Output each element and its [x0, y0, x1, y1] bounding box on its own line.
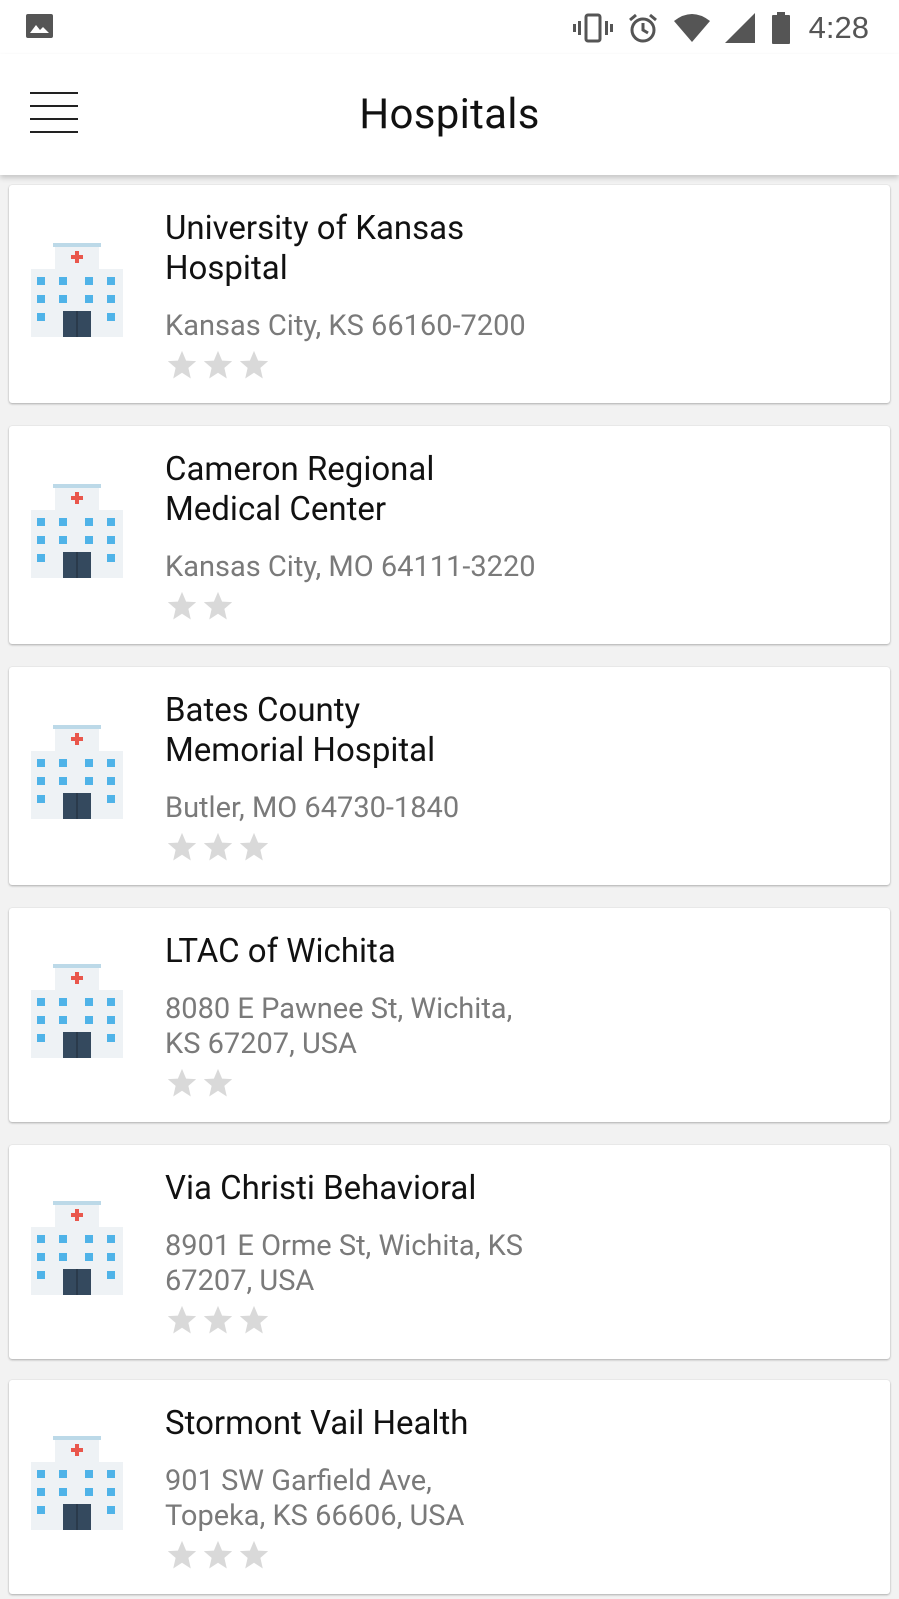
hospital-card[interactable]: Cameron Regional Medical Center Kansas C… [9, 426, 890, 644]
star-icon [203, 1540, 233, 1569]
hospital-name: Bates County [165, 691, 361, 730]
hospital-building-icon [31, 243, 123, 337]
hospital-address-line2: 67207, USA [165, 1264, 315, 1298]
alarm-icon [628, 13, 657, 43]
rating-stars [165, 1303, 585, 1337]
rating-stars [165, 589, 585, 623]
page-title: Hospitals [359, 90, 540, 139]
star-icon [203, 591, 233, 620]
star-icon [203, 1068, 233, 1097]
hospital-building-icon [31, 1201, 123, 1295]
hospital-building-icon [31, 1436, 123, 1530]
star-icon [167, 1068, 197, 1097]
star-icon [203, 1305, 233, 1334]
status-time: 4:28 [808, 10, 869, 45]
hospital-building-icon [31, 964, 123, 1058]
hospital-address: Kansas City, KS 66160-7200 [165, 309, 526, 343]
rating-stars [165, 348, 585, 382]
hospital-name: LTAC of Wichita [165, 932, 396, 971]
star-icon [167, 591, 197, 620]
hospital-name: University of Kansas [165, 209, 465, 248]
hospital-card[interactable]: LTAC of Wichita 8080 E Pawnee St, Wichit… [9, 908, 890, 1122]
star-icon [203, 350, 233, 379]
hospital-address-line2: Topeka, KS 66606, USA [165, 1499, 465, 1533]
hospital-name-line2: Medical Center [165, 490, 387, 529]
hospital-address-line1: 8901 E Orme St, Wichita, KS [165, 1229, 524, 1263]
star-icon [167, 1540, 197, 1569]
signal-icon [724, 13, 755, 43]
star-icon [239, 1540, 269, 1569]
status-bar: 4:28 [0, 0, 899, 54]
image-icon [26, 14, 53, 38]
star-icon [167, 350, 197, 379]
star-icon [167, 832, 197, 861]
wifi-icon [673, 14, 710, 42]
star-icon [203, 832, 233, 861]
hospital-name: Via Christi Behavioral [165, 1169, 477, 1208]
star-icon [239, 832, 269, 861]
hospital-address: 8901 E Orme St, Wichita, KS 67207, USA [165, 1229, 585, 1299]
status-icons: 4:28 [572, 8, 869, 48]
star-icon [239, 350, 269, 379]
star-icon [167, 1305, 197, 1334]
hospital-card[interactable]: Via Christi Behavioral 8901 E Orme St, W… [9, 1145, 890, 1359]
hospital-card[interactable]: University of Kansas Hospital Kansas Cit… [9, 185, 890, 403]
rating-stars [165, 1066, 585, 1100]
hospital-name-line2: Memorial Hospital [165, 731, 436, 770]
hospital-address-line1: 901 SW Garfield Ave, [165, 1464, 432, 1498]
hospital-card[interactable]: Bates County Memorial Hospital Butler, M… [9, 667, 890, 885]
hospital-address-line2: KS 67207, USA [165, 1027, 357, 1061]
hospital-building-icon [31, 725, 123, 819]
hospital-address: Kansas City, MO 64111-3220 [165, 550, 536, 584]
hospital-address-line1: 8080 E Pawnee St, Wichita, [165, 992, 513, 1026]
rating-stars [165, 1538, 585, 1572]
hospital-card[interactable]: Stormont Vail Health 901 SW Garfield Ave… [9, 1380, 890, 1594]
app-bar: Hospitals [0, 54, 899, 175]
hospital-address: 8080 E Pawnee St, Wichita, KS 67207, USA [165, 992, 585, 1062]
hospital-address: Butler, MO 64730-1840 [165, 791, 460, 825]
hospital-building-icon [31, 484, 123, 578]
rating-stars [165, 830, 585, 864]
hospital-name: Cameron Regional [165, 450, 435, 489]
hospital-address: 901 SW Garfield Ave, Topeka, KS 66606, U… [165, 1464, 585, 1534]
hospital-name-line2: Hospital [165, 249, 288, 288]
hospital-name: Stormont Vail Health [165, 1404, 469, 1443]
battery-icon [771, 12, 790, 44]
vibrate-icon [572, 13, 613, 43]
star-icon [239, 1305, 269, 1334]
